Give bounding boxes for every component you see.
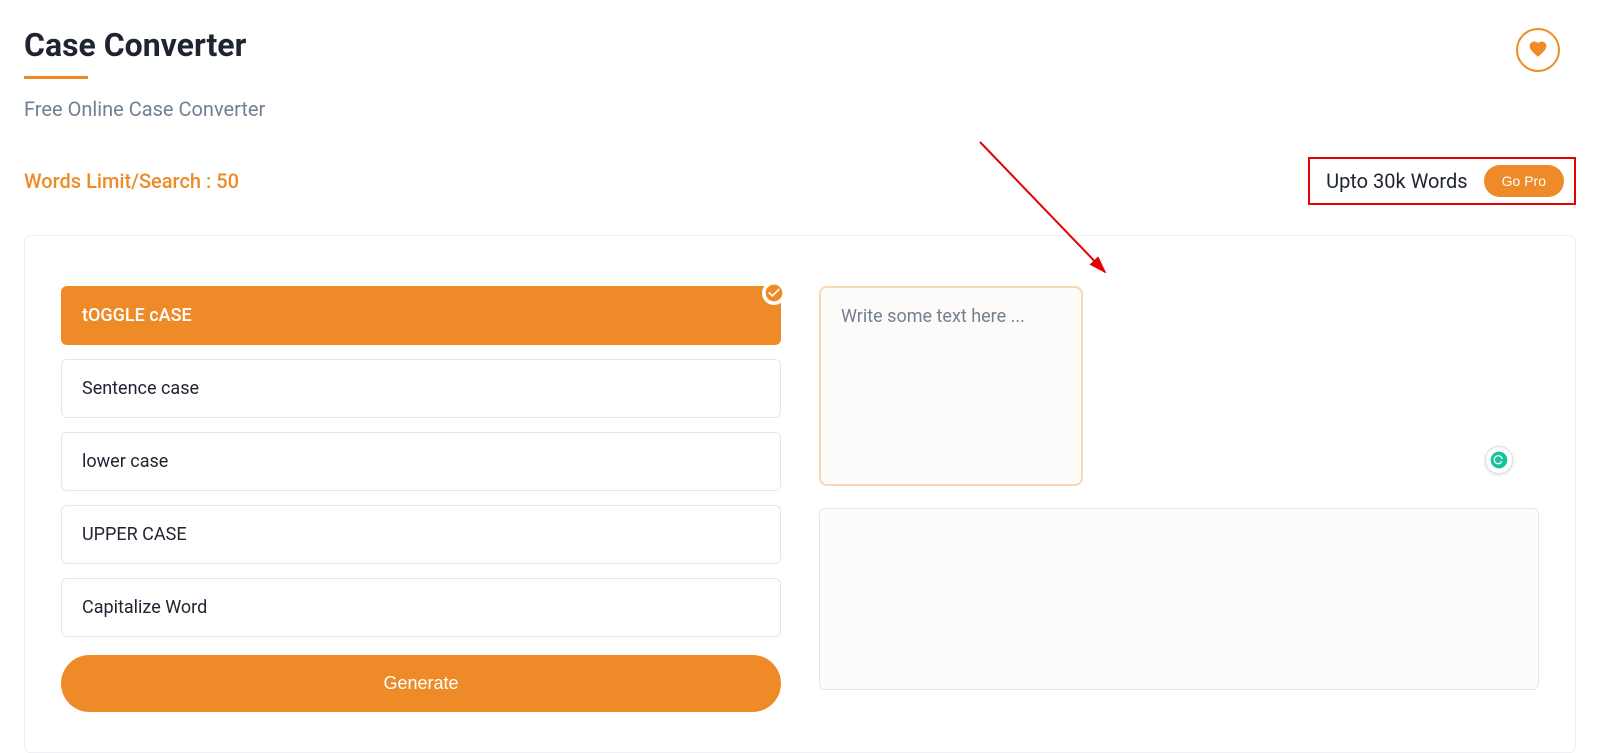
header-row: Case Converter Free Online Case Converte… bbox=[24, 26, 1576, 157]
text-column bbox=[819, 286, 1539, 712]
text-input[interactable] bbox=[819, 286, 1083, 486]
options-column: tOGGLE cASE Sentence case lower case UPP… bbox=[61, 286, 781, 712]
option-label: Capitalize Word bbox=[82, 597, 207, 618]
heart-icon bbox=[1528, 39, 1548, 62]
go-pro-button[interactable]: Go Pro bbox=[1484, 165, 1564, 197]
two-column-layout: tOGGLE cASE Sentence case lower case UPP… bbox=[61, 286, 1539, 712]
option-sentence-case[interactable]: Sentence case bbox=[61, 359, 781, 418]
option-label: Sentence case bbox=[82, 378, 199, 399]
option-label: lower case bbox=[82, 451, 168, 472]
option-label: UPPER CASE bbox=[82, 524, 187, 545]
favorite-button[interactable] bbox=[1516, 28, 1560, 72]
option-label: tOGGLE cASE bbox=[82, 305, 192, 326]
input-wrapper bbox=[819, 286, 1539, 490]
grammarly-icon[interactable] bbox=[1485, 446, 1513, 474]
text-output[interactable] bbox=[819, 508, 1539, 690]
option-lower-case[interactable]: lower case bbox=[61, 432, 781, 491]
main-card: tOGGLE cASE Sentence case lower case UPP… bbox=[24, 235, 1576, 753]
page-title: Case Converter bbox=[24, 26, 265, 64]
header-left: Case Converter Free Online Case Converte… bbox=[24, 26, 265, 157]
pro-text: Upto 30k Words bbox=[1326, 169, 1468, 193]
pro-callout-box: Upto 30k Words Go Pro bbox=[1308, 157, 1576, 205]
option-capitalize-word[interactable]: Capitalize Word bbox=[61, 578, 781, 637]
title-underline bbox=[24, 76, 88, 79]
words-limit-label: Words Limit/Search : 50 bbox=[24, 169, 239, 193]
option-upper-case[interactable]: UPPER CASE bbox=[61, 505, 781, 564]
checkmark-icon bbox=[762, 281, 786, 305]
limit-row: Words Limit/Search : 50 Upto 30k Words G… bbox=[24, 157, 1576, 205]
page-subtitle: Free Online Case Converter bbox=[24, 97, 265, 121]
option-toggle-case[interactable]: tOGGLE cASE bbox=[61, 286, 781, 345]
generate-button[interactable]: Generate bbox=[61, 655, 781, 712]
page-container: Case Converter Free Online Case Converte… bbox=[0, 0, 1600, 753]
